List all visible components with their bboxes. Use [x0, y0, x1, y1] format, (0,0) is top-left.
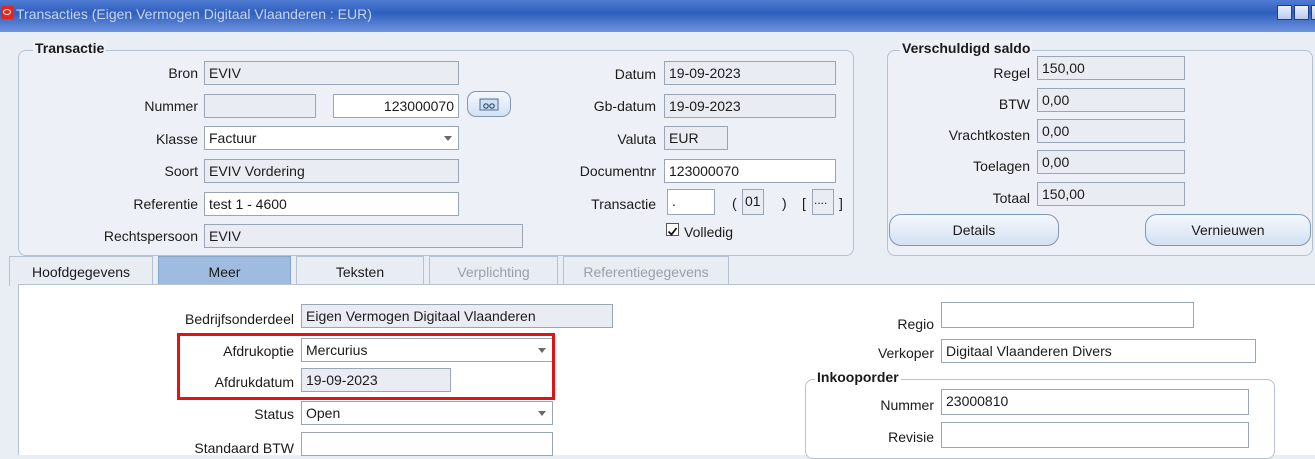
btw-field[interactable]: 0,00	[1037, 88, 1185, 112]
regio-label: Regio	[897, 316, 934, 332]
gbdatum-field[interactable]: 19-09-2023	[664, 94, 836, 118]
number-lookup-button[interactable]	[467, 91, 511, 117]
glasses-icon	[479, 98, 499, 111]
window-title-bar[interactable]: Transacties (Eigen Vermogen Digitaal Vla…	[0, 0, 1315, 32]
klasse-label: Klasse	[155, 131, 198, 147]
verkoper-label: Verkoper	[877, 345, 934, 361]
nummer-prefix-field[interactable]	[204, 94, 316, 118]
gbdatum-label: Gb-datum	[540, 98, 656, 114]
checkmark-icon	[667, 227, 678, 236]
verkoper-field[interactable]: Digitaal Vlaanderen Divers	[941, 339, 1256, 363]
paren-close: )	[782, 195, 787, 211]
maximize-icon[interactable]	[1294, 5, 1309, 20]
paren-open: (	[732, 195, 737, 211]
details-button[interactable]: Details	[889, 214, 1059, 246]
regel-field[interactable]: 150,00	[1037, 56, 1185, 80]
volledig-label: Volledig	[684, 224, 734, 240]
bron-field[interactable]: EVIV	[204, 61, 459, 85]
oracle-logo-icon	[1, 6, 14, 19]
bracket-open: [	[802, 195, 806, 211]
soort-label: Soort	[164, 163, 198, 179]
standaard-btw-label: Standaard BTW	[194, 440, 294, 456]
regel-label: Regel	[993, 65, 1030, 81]
toelagen-field[interactable]: 0,00	[1037, 150, 1185, 174]
nummer-label: Nummer	[144, 98, 198, 114]
datum-label-text: Datum	[614, 66, 656, 82]
bron-label: Bron	[168, 65, 198, 81]
valuta-field[interactable]: EUR	[664, 126, 728, 150]
rechtspersoon-field[interactable]: EVIV	[204, 224, 523, 248]
toelagen-label: Toelagen	[973, 158, 1030, 174]
valuta-label: Valuta	[617, 131, 656, 147]
transactie-number-field[interactable]: 01	[742, 189, 764, 215]
totaal-field[interactable]: 150,00	[1037, 182, 1185, 206]
totaal-label: Totaal	[992, 190, 1030, 206]
inkooporder-nummer-label: Nummer	[880, 397, 934, 413]
transactie-field-label: Transactie	[591, 196, 656, 212]
datum-field[interactable]: 19-09-2023	[664, 61, 836, 85]
klasse-select[interactable]: Factuur	[204, 126, 459, 150]
tab-meer[interactable]: Meer	[158, 256, 291, 286]
transactie-group-title: Transactie	[33, 40, 107, 56]
referentie-label: Referentie	[133, 196, 198, 212]
vernieuwen-button[interactable]: Vernieuwen	[1145, 214, 1311, 246]
status-label: Status	[254, 406, 294, 422]
status-select[interactable]: Open	[301, 401, 553, 425]
inkooporder-title: Inkooporder	[815, 369, 901, 385]
revisie-field[interactable]	[941, 422, 1249, 448]
highlight-box	[177, 333, 555, 400]
tab-referentiegegevens: Referentiegegevens	[563, 256, 729, 286]
vrachtkosten-field[interactable]: 0,00	[1037, 119, 1185, 143]
bracket-close: ]	[839, 195, 843, 211]
documentnr-label: Documentnr	[579, 163, 656, 179]
regio-field[interactable]	[941, 302, 1194, 328]
saldo-group-title: Verschuldigd saldo	[900, 40, 1033, 56]
vrachtkosten-label: Vrachtkosten	[948, 127, 1030, 143]
bedrijfsonderdeel-label: Bedrijfsonderdeel	[185, 311, 294, 327]
inkooporder-nummer-field[interactable]: 23000810	[941, 389, 1249, 415]
window-title: Transacties (Eigen Vermogen Digitaal Vla…	[16, 6, 372, 22]
tab-teksten[interactable]: Teksten	[296, 256, 424, 286]
soort-field[interactable]: EVIV Vordering	[204, 159, 459, 183]
revisie-label: Revisie	[888, 429, 934, 445]
volledig-checkbox[interactable]	[666, 223, 679, 236]
minimize-icon[interactable]	[1277, 5, 1292, 20]
nummer-field[interactable]: 123000070	[333, 94, 459, 118]
tab-hoofdgegevens[interactable]: Hoofdgegevens	[9, 256, 153, 286]
bedrijfsonderdeel-field[interactable]: Eigen Vermogen Digitaal Vlaanderen	[301, 304, 613, 328]
referentie-field[interactable]: test 1 - 4600	[204, 192, 459, 216]
close-icon[interactable]	[1311, 5, 1315, 20]
transactie-field[interactable]: .	[667, 189, 715, 215]
descriptive-flexfield[interactable]: ....	[812, 189, 834, 215]
tab-verplichting: Verplichting	[429, 256, 558, 286]
standaard-btw-field[interactable]	[301, 432, 553, 456]
rechtspersoon-label: Rechtspersoon	[103, 228, 198, 244]
documentnr-field[interactable]: 123000070	[664, 159, 836, 183]
btw-label: BTW	[998, 96, 1030, 112]
